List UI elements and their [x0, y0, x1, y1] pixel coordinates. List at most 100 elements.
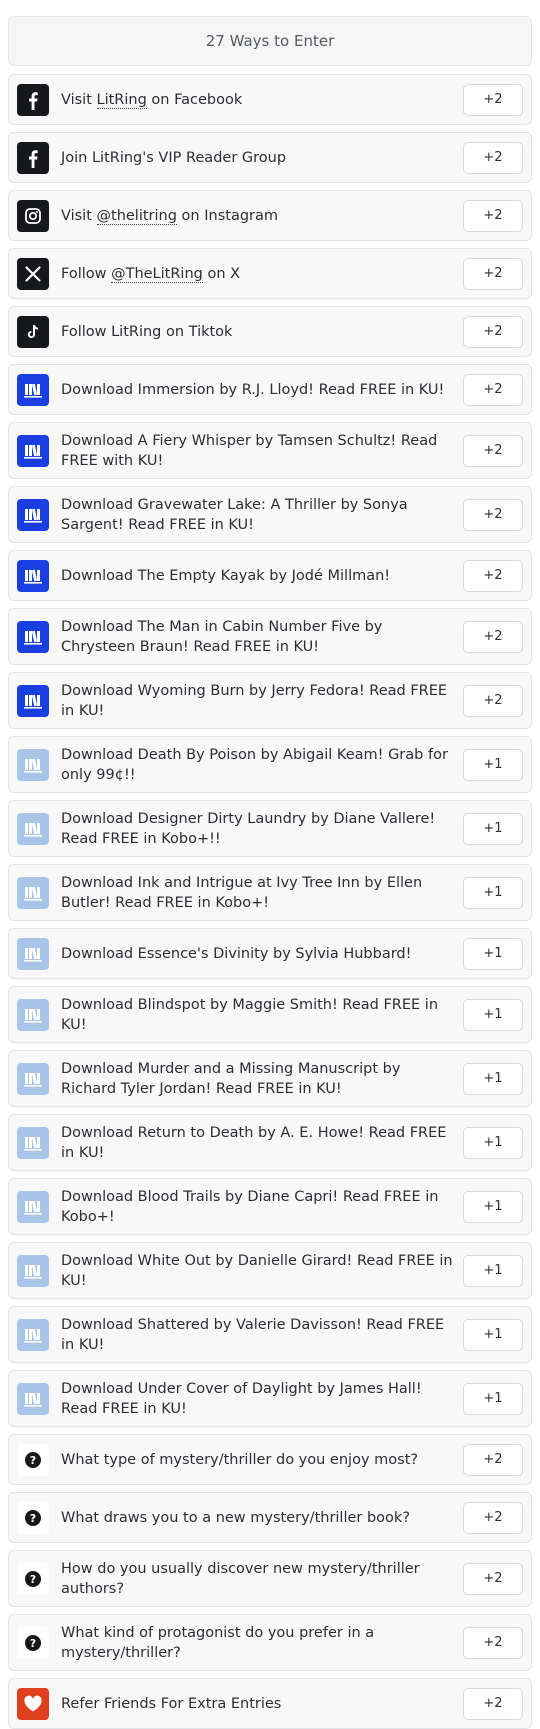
- entry-points-button[interactable]: +1: [463, 1254, 523, 1287]
- entry-row[interactable]: Download Shattered by Valerie Davisson! …: [8, 1306, 532, 1363]
- entry-points-button[interactable]: +1: [463, 748, 523, 781]
- entry-row[interactable]: Refer Friends For Extra Entries +2: [8, 1678, 532, 1729]
- entry-row[interactable]: Follow LitRing on Tiktok +2: [8, 306, 532, 357]
- entry-row[interactable]: ? What kind of protagonist do you prefer …: [8, 1614, 532, 1671]
- entry-points-button[interactable]: +2: [463, 1443, 523, 1476]
- instagram-icon: [17, 199, 49, 232]
- svg-text:?: ?: [30, 1454, 36, 1467]
- entry-row[interactable]: Download Gravewater Lake: A Thriller by …: [8, 486, 532, 543]
- entry-points-button[interactable]: +2: [463, 1501, 523, 1534]
- entry-points-button[interactable]: +2: [463, 620, 523, 653]
- entry-row[interactable]: Download Immersion by R.J. Lloyd! Read F…: [8, 364, 532, 415]
- entry-label: Visit LitRing on Facebook: [61, 90, 463, 110]
- facebook-icon: [17, 141, 49, 174]
- svg-text:?: ?: [30, 1512, 36, 1525]
- entry-row[interactable]: ? How do you usually discover new mystery…: [8, 1550, 532, 1607]
- entry-points-button[interactable]: +1: [463, 937, 523, 970]
- entry-points-button[interactable]: +2: [463, 1687, 523, 1720]
- entry-points-button[interactable]: +2: [463, 83, 523, 116]
- entry-label-text: Refer Friends For Extra Entries: [61, 1695, 282, 1712]
- entry-label-text: Download Essence's Divinity by Sylvia Hu…: [61, 945, 412, 962]
- entry-points-button[interactable]: +2: [463, 498, 523, 531]
- entry-label-text: Download A Fiery Whisper by Tamsen Schul…: [61, 432, 438, 469]
- entry-label: Download The Man in Cabin Number Five by…: [61, 617, 463, 657]
- entry-points-button[interactable]: +2: [463, 1626, 523, 1659]
- entry-points-button[interactable]: +2: [463, 1562, 523, 1595]
- entry-row[interactable]: Download Return to Death by A. E. Howe! …: [8, 1114, 532, 1171]
- entry-label: Download Ink and Intrigue at Ivy Tree In…: [61, 873, 463, 913]
- entry-methods-panel: 27 Ways to Enter Visit LitRing on Facebo…: [0, 0, 540, 1729]
- entry-label-text: Download Ink and Intrigue at Ivy Tree In…: [61, 874, 423, 911]
- heart-icon: [17, 1687, 49, 1720]
- book-download-icon: [17, 620, 49, 653]
- entry-label: Download Blindspot by Maggie Smith! Read…: [61, 995, 463, 1035]
- entry-label: Download Designer Dirty Laundry by Diane…: [61, 809, 463, 849]
- entry-label-text: What kind of protagonist do you prefer i…: [61, 1624, 375, 1661]
- svg-text:?: ?: [30, 1573, 36, 1586]
- entry-row[interactable]: Download Under Cover of Daylight by Jame…: [8, 1370, 532, 1427]
- question-icon: ?: [17, 1562, 49, 1595]
- question-icon: ?: [17, 1501, 49, 1534]
- entry-label-text: Download Murder and a Missing Manuscript…: [61, 1060, 401, 1097]
- entry-count-title: 27 Ways to Enter: [8, 16, 532, 66]
- book-download-icon: [17, 684, 49, 717]
- entry-points-button[interactable]: +1: [463, 1190, 523, 1223]
- entry-row[interactable]: Download The Man in Cabin Number Five by…: [8, 608, 532, 665]
- entry-row[interactable]: Download Murder and a Missing Manuscript…: [8, 1050, 532, 1107]
- entry-row[interactable]: Download Wyoming Burn by Jerry Fedora! R…: [8, 672, 532, 729]
- entry-points-button[interactable]: +1: [463, 876, 523, 909]
- entry-points-button[interactable]: +2: [463, 373, 523, 406]
- entry-points-button[interactable]: +1: [463, 1318, 523, 1351]
- entry-points-button[interactable]: +2: [463, 559, 523, 592]
- question-icon: ?: [17, 1443, 49, 1476]
- entry-row[interactable]: Download Death By Poison by Abigail Keam…: [8, 736, 532, 793]
- entry-label-text: Download Return to Death by A. E. Howe! …: [61, 1124, 447, 1161]
- entry-row[interactable]: Download Essence's Divinity by Sylvia Hu…: [8, 928, 532, 979]
- entry-points-button[interactable]: +2: [463, 257, 523, 290]
- entry-label-text: How do you usually discover new mystery/…: [61, 1560, 420, 1597]
- entry-label-text: Download The Man in Cabin Number Five by…: [61, 618, 383, 655]
- entry-label: Download The Empty Kayak by Jodé Millman…: [61, 566, 463, 586]
- entry-label: Download Shattered by Valerie Davisson! …: [61, 1315, 463, 1355]
- entry-row[interactable]: Download White Out by Danielle Girard! R…: [8, 1242, 532, 1299]
- entry-row[interactable]: Download Designer Dirty Laundry by Diane…: [8, 800, 532, 857]
- entry-label: Join LitRing's VIP Reader Group: [61, 148, 463, 168]
- entry-points-button[interactable]: +1: [463, 998, 523, 1031]
- entry-label-text: Download Designer Dirty Laundry by Diane…: [61, 810, 436, 847]
- entry-points-button[interactable]: +2: [463, 434, 523, 467]
- entry-points-button[interactable]: +2: [463, 315, 523, 348]
- entry-row[interactable]: Download Ink and Intrigue at Ivy Tree In…: [8, 864, 532, 921]
- entry-row[interactable]: Download Blindspot by Maggie Smith! Read…: [8, 986, 532, 1043]
- entry-label-text: Download Immersion by R.J. Lloyd! Read F…: [61, 381, 445, 398]
- entry-row[interactable]: Visit LitRing on Facebook +2: [8, 74, 532, 125]
- question-icon: ?: [17, 1626, 49, 1659]
- entry-row[interactable]: Download The Empty Kayak by Jodé Millman…: [8, 550, 532, 601]
- entry-points-button[interactable]: +1: [463, 1062, 523, 1095]
- book-download-icon: [17, 876, 49, 909]
- entry-row[interactable]: Download A Fiery Whisper by Tamsen Schul…: [8, 422, 532, 479]
- entry-label: Refer Friends For Extra Entries: [61, 1694, 463, 1714]
- entry-label: Visit @thelitring on Instagram: [61, 206, 463, 226]
- entry-row[interactable]: Join LitRing's VIP Reader Group +2: [8, 132, 532, 183]
- entry-row[interactable]: Visit @thelitring on Instagram +2: [8, 190, 532, 241]
- entry-row[interactable]: ? What type of mystery/thriller do you en…: [8, 1434, 532, 1485]
- entry-points-button[interactable]: +2: [463, 199, 523, 232]
- entry-label-text: Download Death By Poison by Abigail Keam…: [61, 746, 448, 783]
- entry-label-text: Download Wyoming Burn by Jerry Fedora! R…: [61, 682, 448, 719]
- entry-label-text: What draws you to a new mystery/thriller…: [61, 1509, 411, 1526]
- facebook-icon: [17, 83, 49, 116]
- book-download-icon: [17, 498, 49, 531]
- entry-row[interactable]: Download Blood Trails by Diane Capri! Re…: [8, 1178, 532, 1235]
- entry-row[interactable]: ? What draws you to a new mystery/thrille…: [8, 1492, 532, 1543]
- entry-label: What kind of protagonist do you prefer i…: [61, 1623, 463, 1663]
- entry-points-button[interactable]: +1: [463, 812, 523, 845]
- entry-points-button[interactable]: +2: [463, 141, 523, 174]
- entry-label: How do you usually discover new mystery/…: [61, 1559, 463, 1599]
- entry-points-button[interactable]: +1: [463, 1126, 523, 1159]
- entry-points-button[interactable]: +1: [463, 1382, 523, 1415]
- entry-row[interactable]: Follow @TheLitRing on X +2: [8, 248, 532, 299]
- entry-points-button[interactable]: +2: [463, 684, 523, 717]
- entry-list: Visit LitRing on Facebook +2 Join LitRing'…: [8, 74, 532, 1729]
- book-download-icon: [17, 937, 49, 970]
- x-icon: [17, 257, 49, 290]
